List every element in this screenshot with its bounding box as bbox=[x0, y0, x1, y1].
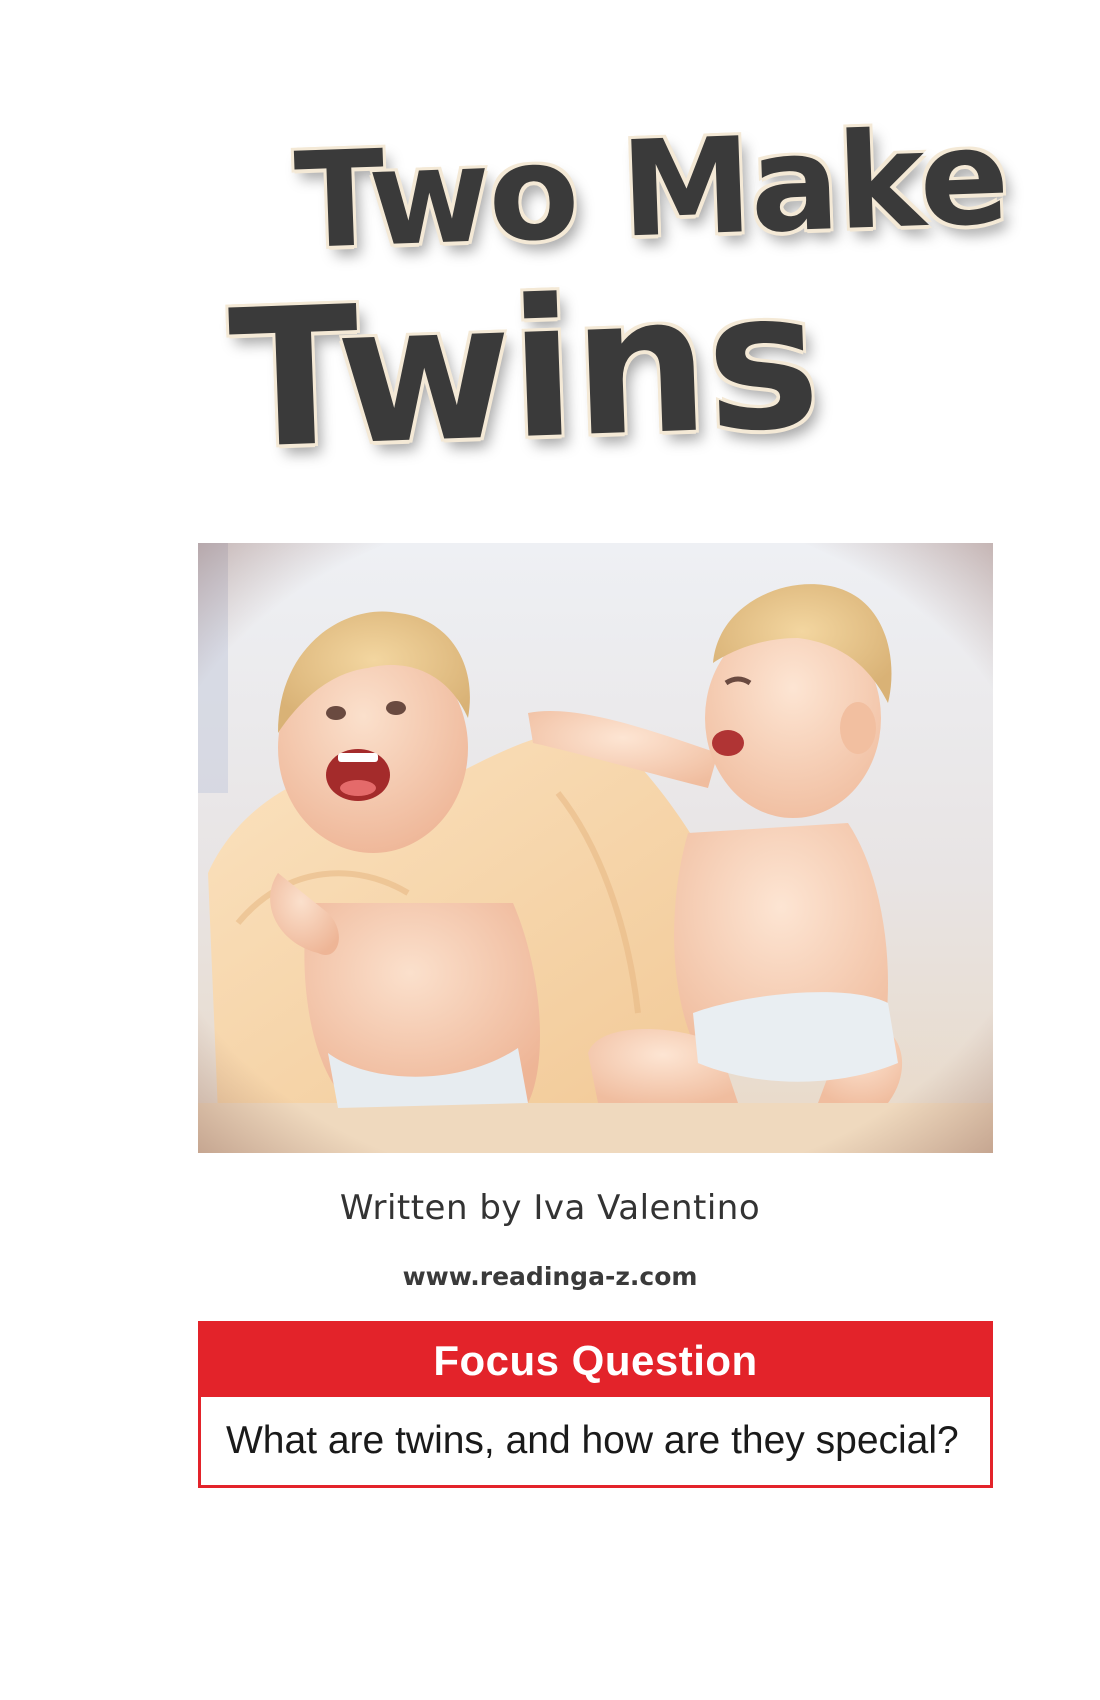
twin-babies-photo bbox=[198, 543, 993, 1153]
website-link[interactable]: www.readinga-z.com bbox=[0, 1262, 1100, 1291]
author-byline: Written by Iva Valentino bbox=[339, 1188, 761, 1228]
focus-question-text: What are twins, and how are they special… bbox=[226, 1419, 959, 1462]
focus-question-box: Focus Question What are twins, and how a… bbox=[198, 1321, 993, 1488]
book-title: Two Make Twins bbox=[200, 100, 1009, 500]
cover-photo bbox=[198, 543, 993, 1153]
focus-question-heading: Focus Question bbox=[201, 1324, 990, 1397]
title-line-2: Twins bbox=[226, 249, 822, 491]
title-line-1: Two Make bbox=[292, 100, 1010, 279]
